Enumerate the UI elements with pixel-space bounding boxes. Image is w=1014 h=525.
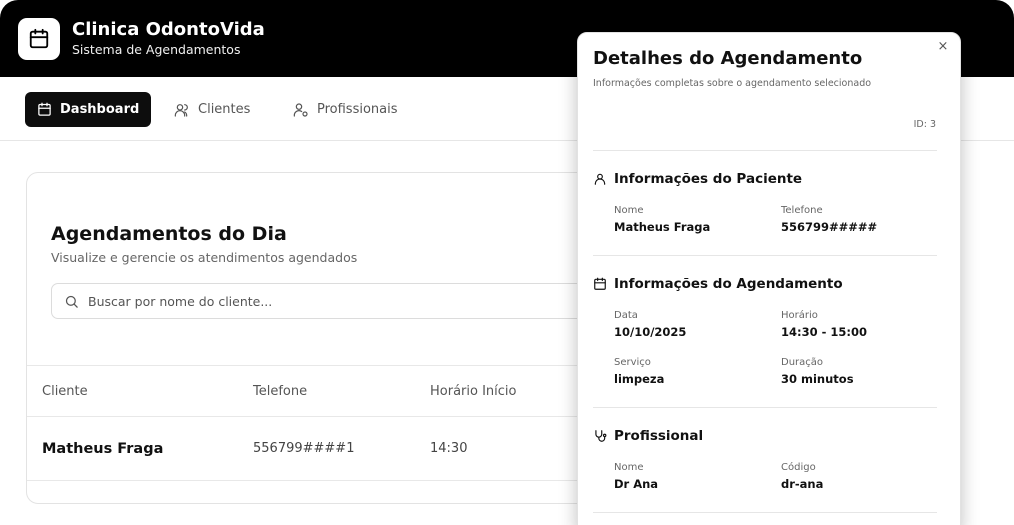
calendar-icon	[594, 277, 606, 290]
professional-section-title: Profissional	[593, 428, 703, 444]
appointment-section-title: Informações do Agendamento	[593, 276, 843, 292]
date-value: 10/10/2025	[614, 325, 687, 339]
service-value: limpeza	[614, 372, 665, 386]
service-label: Serviço	[614, 357, 651, 368]
duration-label: Duração	[781, 357, 824, 368]
date-label: Data	[614, 310, 638, 321]
patient-name-label: Nome	[614, 205, 644, 216]
app-window: Clinica OdontoVida Sistema de Agendament…	[0, 0, 1014, 525]
professional-name-value: Dr Ana	[614, 477, 659, 491]
time-label: Horário	[781, 310, 818, 321]
dialog-subtitle: Informações completas sobre o agendament…	[593, 78, 872, 89]
dialog-title: Detalhes do Agendamento	[593, 48, 863, 69]
appointment-section-label: Informações do Agendamento	[614, 276, 843, 292]
professional-code-value: dr-ana	[781, 477, 824, 491]
time-value: 14:30 - 15:00	[781, 325, 867, 339]
stethoscope-icon	[595, 430, 607, 442]
professional-code-label: Código	[781, 462, 816, 473]
patient-phone-label: Telefone	[781, 205, 823, 216]
patient-section-title: Informações do Paciente	[593, 171, 802, 187]
divider	[593, 407, 937, 408]
patient-phone-value: 556799#####	[781, 220, 878, 234]
patient-name-value: Matheus Fraga	[614, 220, 711, 234]
divider	[593, 255, 937, 256]
user-icon	[594, 173, 606, 185]
close-button[interactable]: ×	[936, 39, 950, 54]
appointment-details-dialog: × Detalhes do Agendamento Informações co…	[577, 32, 961, 525]
appointment-id: ID: 3	[913, 119, 936, 130]
professional-name-label: Nome	[614, 462, 644, 473]
patient-section-label: Informações do Paciente	[614, 171, 803, 187]
divider	[593, 512, 937, 513]
professional-section-label: Profissional	[614, 428, 704, 444]
duration-value: 30 minutos	[781, 372, 854, 386]
divider	[593, 150, 937, 151]
